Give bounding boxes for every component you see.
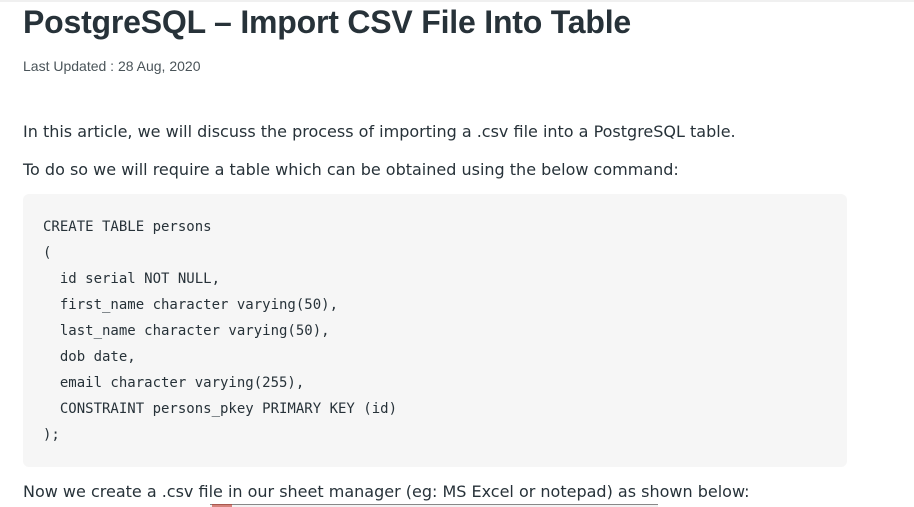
code-line: last_name character varying(50), bbox=[43, 323, 330, 339]
code-line: email character varying(255), bbox=[43, 375, 305, 391]
next-step-paragraph: Now we create a .csv file in our sheet m… bbox=[23, 482, 750, 501]
last-updated-date: Last Updated : 28 Aug, 2020 bbox=[23, 58, 201, 74]
code-line: ); bbox=[43, 427, 60, 443]
code-line: first_name character varying(50), bbox=[43, 297, 339, 313]
code-line: CONSTRAINT persons_pkey PRIMARY KEY (id) bbox=[43, 401, 398, 417]
sql-code-block[interactable]: CREATE TABLE persons ( id serial NOT NULL… bbox=[23, 194, 847, 467]
intro-paragraph: In this article, we will discuss the pro… bbox=[23, 122, 736, 141]
code-line: ( bbox=[43, 245, 52, 261]
article-title: PostgreSQL – Import CSV File Into Table bbox=[23, 4, 631, 40]
setup-paragraph: To do so we will require a table which c… bbox=[23, 160, 679, 179]
code-content: CREATE TABLE persons ( id serial NOT NULL… bbox=[43, 214, 397, 448]
code-line: dob date, bbox=[43, 349, 136, 365]
code-line: id serial NOT NULL, bbox=[43, 271, 221, 287]
page-top-border bbox=[0, 0, 914, 2]
code-line: CREATE TABLE persons bbox=[43, 219, 212, 235]
